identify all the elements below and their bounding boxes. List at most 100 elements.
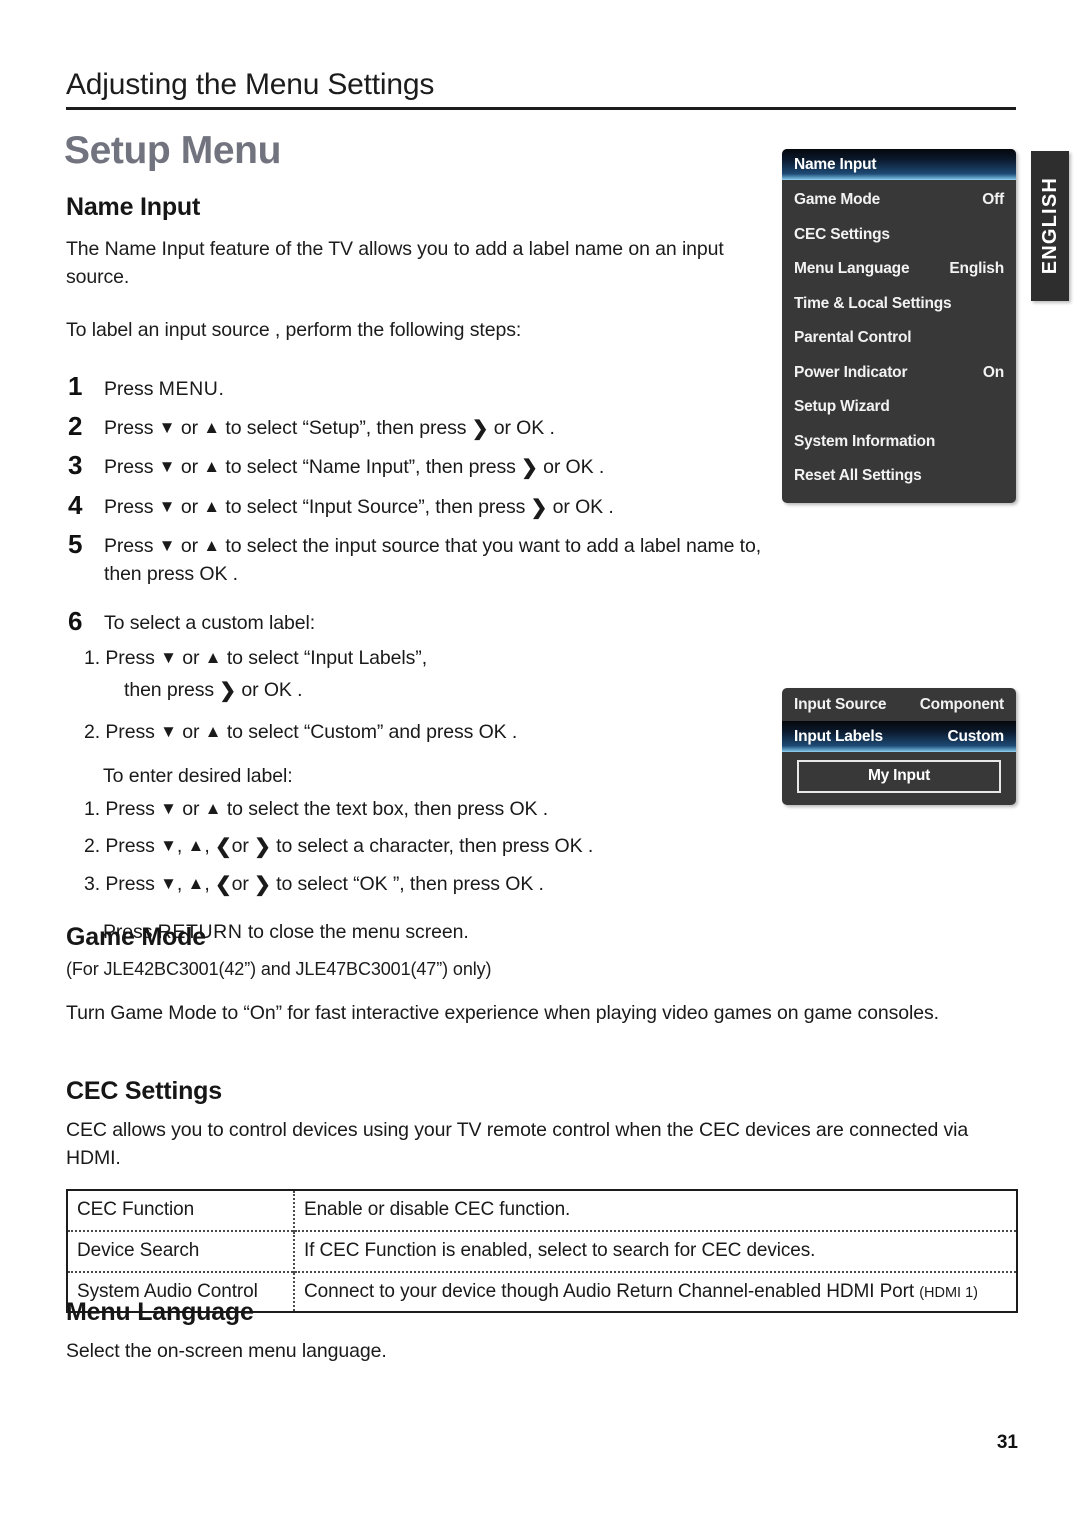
arrow-up-icon: ▲ [204,722,222,742]
section-heading-name-input: Name Input [66,193,201,221]
step-text-part: Press [104,495,159,518]
tv-menu-item-value: On [982,363,1004,381]
arrow-down-icon: ▼ [160,799,177,819]
step-number: 3 [68,450,83,481]
tv-menu-item-game-mode[interactable]: Game Mode Off [782,183,1016,218]
substep-text-part: to select “Input Labels”, [221,647,428,670]
substep-text-part: Press [100,872,161,895]
arrow-right-icon: ❯ [254,836,271,859]
step-item: 1 Press MENU. [66,371,766,404]
arrow-down-icon: ▼ [158,417,176,437]
tv-menu-item-name-input[interactable]: Name Input [782,149,1016,180]
step-item: 4 Press ▼ or ▲ to select “Input Source”,… [66,490,766,522]
step-text-part: or [175,416,204,439]
enter-label-title: To enter desired label: [103,764,293,787]
tv-menu-item-label: Time & Local Settings [794,294,952,312]
cec-feature-desc: Enable or disable CEC function. [294,1190,1017,1231]
page-number: 31 [996,1432,1018,1453]
step-text-part: or [175,456,204,479]
tv-menu-item-time-local-settings[interactable]: Time & Local Settings [782,287,1016,322]
substep-text-part: to select the text box, then press OK . [221,798,549,821]
tv-menu-item-input-source[interactable]: Input Source Component [782,688,1016,721]
substeps-enter-label: 1. Press ▼ or ▲ to select the text box, … [66,796,766,898]
tv-menu-item-cec-settings[interactable]: CEC Settings [782,218,1016,253]
chapter-title: Adjusting the Menu Settings [66,68,435,101]
step-text-part: to select “Input Source”, then press [220,495,531,518]
tv-menu-item-menu-language[interactable]: Menu Language English [782,252,1016,287]
main-content-column: Name Input The Name Input feature of the… [66,193,766,947]
cec-feature-name: CEC Function [67,1190,295,1232]
substep-marker: 2. [84,721,101,744]
arrow-down-icon: ▼ [160,873,177,893]
arrow-up-icon: ▲ [204,799,222,819]
substep-marker: 1. [84,798,101,821]
step-text-part: to select “Name Input”, then press [220,456,522,479]
step-text-part: to select “Setup”, then press [220,416,472,439]
arrow-up-icon: ▲ [187,836,205,856]
menu-language-body: Select the on-screen menu language. [66,1340,387,1362]
tv-menu-item-value: Custom [947,727,1005,745]
tv-menu-item-label: Input Labels [794,727,883,745]
tv-label-textbox[interactable]: My Input [797,760,1001,793]
arrow-up-icon: ▲ [204,648,222,668]
arrow-down-icon: ▼ [158,457,176,477]
tv-menu-item-label: Menu Language [794,260,910,278]
tv-menu-item-label: Parental Control [794,329,912,347]
section-game-mode: Game Mode (For JLE42BC3001(42”) and JLE4… [66,923,1018,1028]
arrow-right-icon: ❯ [521,457,538,480]
step-item: 3 Press ▼ or ▲ to select “Name Input”, t… [66,450,766,482]
substep-item: 1. Press ▼ or ▲ to select “Input Labels”… [66,645,766,673]
substep-text-part: Press [100,835,161,858]
tv-menu-item-label: Game Mode [794,191,881,209]
step-text-part: Press [104,534,159,557]
tv-menu-item-label: System Information [794,432,936,450]
arrow-up-icon: ▲ [203,535,221,555]
language-side-tab-label: ENGLISH [1038,177,1061,275]
tv-menu-item-input-labels[interactable]: Input Labels Custom [782,721,1016,752]
step-text-part: or [175,495,204,518]
page-header: Adjusting the Menu Settings [66,68,1016,110]
step-text: Press ▼ or ▲ to select “Name Input”, the… [104,450,604,482]
tv-menu-item-parental-control[interactable]: Parental Control [782,321,1016,356]
arrow-left-icon: ❮ [215,836,232,859]
section-heading-menu-language: Menu Language [66,1298,254,1326]
step-text: To select a custom label: [104,612,316,635]
tv-menu-item-label: Name Input [794,155,877,173]
arrow-right-icon: ❯ [471,417,489,440]
substep-text-part: to select “OK ”, then press OK . [270,872,544,895]
game-mode-model-note: (For JLE42BC3001(42”) and JLE47BC3001(47… [66,959,492,979]
step-text: Press ▼ or ▲ to select “Setup”, then pre… [104,411,555,443]
tv-menu-item-power-indicator[interactable]: Power Indicator On [782,356,1016,391]
key-menu-label: MENU [158,378,219,401]
tv-menu-item-system-information[interactable]: System Information [782,425,1016,460]
tv-menu-item-setup-wizard[interactable]: Setup Wizard [782,390,1016,425]
section-cec-settings: CEC Settings CEC allows you to control d… [66,1077,1018,1314]
step-number: 2 [68,410,83,441]
tv-menu-item-label: Setup Wizard [794,398,890,416]
table-row: CEC Function Enable or disable CEC funct… [67,1190,1017,1232]
substep-text-part: or [176,721,205,744]
cec-settings-body: CEC allows you to control devices using … [66,1119,969,1169]
tv-menu-item-label: Reset All Settings [794,467,922,485]
arrow-down-icon: ▼ [160,836,177,856]
step-number: 5 [68,528,83,559]
substep-item: 2. Press ▼, ▲, ❮or ❯ to select a charact… [66,833,766,861]
substep-text-part: , [176,835,188,858]
substep-text-part: then press [124,678,220,701]
tv-menu-item-reset-all-settings[interactable]: Reset All Settings [782,459,1016,494]
cec-feature-desc: If CEC Function is enabled, select to se… [294,1230,1017,1272]
arrow-up-icon: ▲ [203,457,221,477]
substep-text-part: to select a character, then press OK . [270,835,594,858]
header-divider [66,107,1016,110]
steps-list: 1 Press MENU. 2 Press ▼ or ▲ to select “… [66,371,766,947]
language-side-tab: ENGLISH [1031,151,1069,301]
arrow-down-icon: ▼ [158,496,176,516]
tv-menu-item-value: English [949,260,1004,278]
substep-text-part: , [204,835,215,858]
step-text-part: . [218,378,224,401]
step-number: 1 [68,371,83,402]
arrow-up-icon: ▲ [187,873,205,893]
substep-text-part: Press [100,798,161,821]
tv-menu-item-value: Off [982,191,1004,209]
cec-settings-table: CEC Function Enable or disable CEC funct… [66,1189,1018,1314]
